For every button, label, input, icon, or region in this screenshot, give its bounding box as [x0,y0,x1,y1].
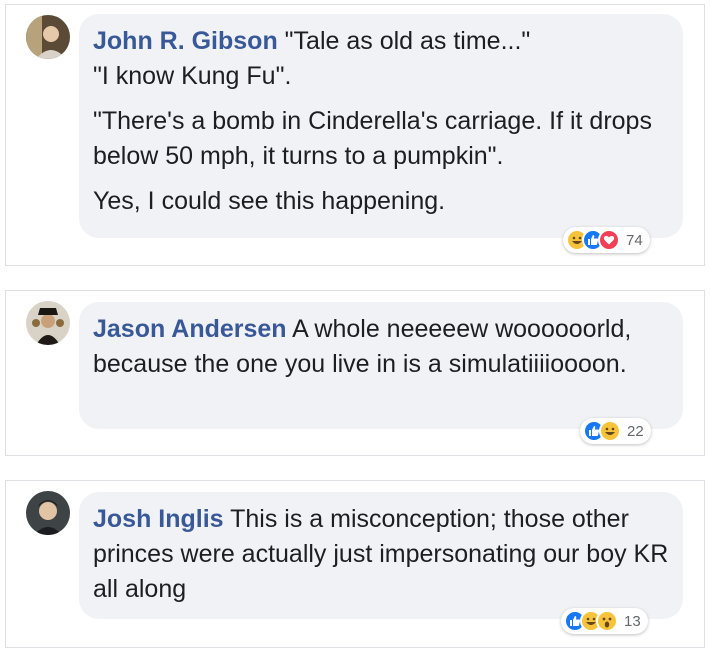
comment-card: Jason Andersen A whole neeeeew woooooorl… [5,290,705,456]
comment-text: John R. Gibson "Tale as old as time..." … [93,27,531,90]
reaction-count: 13 [624,612,641,630]
comment-bubble: Jason Andersen A whole neeeeew woooooorl… [79,302,683,429]
author-name[interactable]: Jason Andersen [93,315,287,343]
comment-text: Jason Andersen A whole neeeeew woooooorl… [93,315,632,378]
love-icon [598,229,620,251]
reaction-summary[interactable]: 22 [580,418,651,444]
avatar[interactable] [26,301,70,345]
comment-bubble: John R. Gibson "Tale as old as time..." … [79,14,683,238]
wow-icon [596,610,618,632]
comment-card: Josh Inglis This is a misconception; tho… [5,480,705,648]
haha-icon [599,420,621,442]
comment-paragraph: "There's a bomb in Cinderella's carriage… [93,107,652,170]
author-name[interactable]: Josh Inglis [93,505,224,533]
avatar[interactable] [26,491,70,535]
avatar[interactable] [26,15,70,59]
comment-paragraph: Yes, I could see this happening. [93,187,446,215]
reaction-count: 74 [626,231,643,249]
author-name[interactable]: John R. Gibson [93,27,278,55]
comment-text: Josh Inglis This is a misconception; tho… [93,505,669,603]
reaction-summary[interactable]: 13 [561,608,648,634]
reaction-count: 22 [627,422,644,440]
reaction-summary[interactable]: 74 [563,227,650,253]
comment-card: John R. Gibson "Tale as old as time..." … [5,4,705,266]
comment-bubble: Josh Inglis This is a misconception; tho… [79,492,683,619]
